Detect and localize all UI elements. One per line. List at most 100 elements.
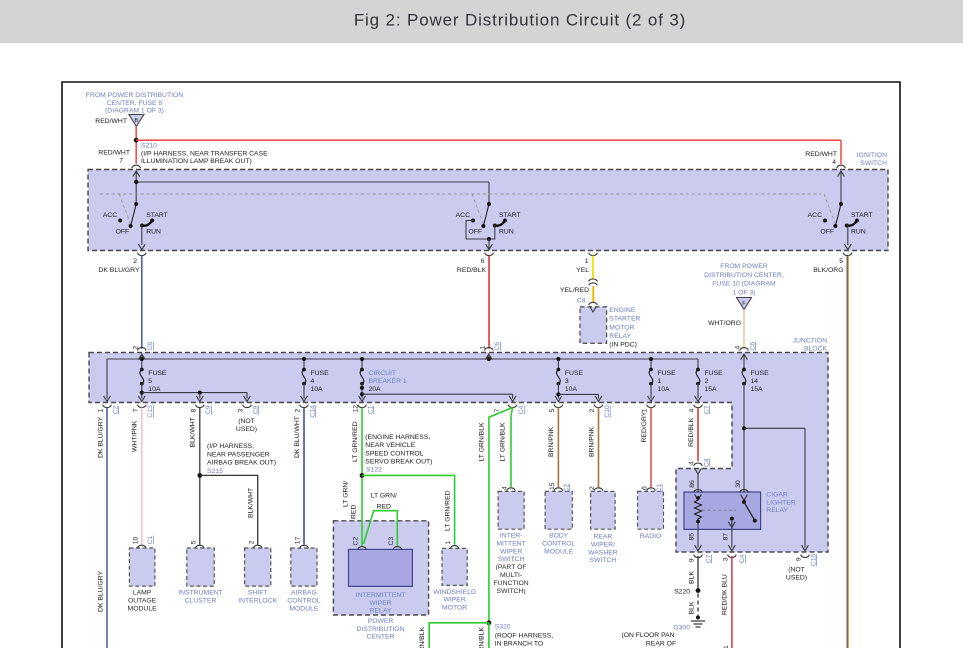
svg-text:LT GRN/RED: LT GRN/RED bbox=[444, 490, 451, 531]
svg-text:DK BLU/GRY: DK BLU/GRY bbox=[98, 416, 105, 458]
svg-text:10A: 10A bbox=[658, 386, 671, 393]
svg-text:IGNITION: IGNITION bbox=[857, 152, 887, 159]
svg-text:12: 12 bbox=[353, 405, 360, 413]
svg-text:S122: S122 bbox=[366, 467, 382, 474]
svg-text:BODY: BODY bbox=[549, 533, 569, 540]
svg-text:S220: S220 bbox=[674, 588, 690, 595]
svg-text:C8: C8 bbox=[577, 298, 586, 305]
svg-text:BRN/PNK: BRN/PNK bbox=[548, 426, 555, 457]
svg-text:START: START bbox=[499, 212, 521, 219]
svg-text:RUN: RUN bbox=[851, 229, 866, 236]
svg-text:4: 4 bbox=[689, 409, 696, 413]
svg-text:85: 85 bbox=[689, 533, 696, 541]
svg-text:SWITCH: SWITCH bbox=[498, 556, 525, 563]
svg-text:C6: C6 bbox=[147, 342, 154, 351]
svg-text:RED/WHT: RED/WHT bbox=[805, 151, 837, 158]
svg-text:RUN: RUN bbox=[146, 229, 161, 236]
svg-text:OFF: OFF bbox=[468, 229, 482, 236]
svg-text:CIGAR: CIGAR bbox=[766, 492, 788, 499]
svg-text:BLK: BLK bbox=[689, 571, 696, 584]
svg-text:INTERMITTENT: INTERMITTENT bbox=[356, 592, 406, 599]
svg-text:RELAY: RELAY bbox=[609, 333, 631, 340]
svg-text:AIRBAG BREAK OUT): AIRBAG BREAK OUT) bbox=[207, 460, 276, 467]
svg-text:87: 87 bbox=[723, 533, 730, 541]
svg-text:9: 9 bbox=[689, 558, 696, 562]
svg-text:(PART OF: (PART OF bbox=[496, 564, 527, 571]
svg-text:(ENGINE HARNESS,: (ENGINE HARNESS, bbox=[365, 434, 430, 441]
svg-text:3: 3 bbox=[565, 378, 569, 385]
svg-text:(IN PDC): (IN PDC) bbox=[609, 342, 637, 349]
svg-text:STARTER: STARTER bbox=[609, 316, 640, 323]
svg-text:RED: RED bbox=[377, 503, 391, 510]
svg-text:C3: C3 bbox=[388, 537, 395, 546]
svg-text:CONTROL: CONTROL bbox=[542, 540, 575, 547]
svg-text:FUSE: FUSE bbox=[705, 370, 724, 377]
svg-text:1: 1 bbox=[658, 378, 662, 385]
svg-text:5: 5 bbox=[549, 409, 556, 413]
svg-text:WINDSHIELD: WINDSHIELD bbox=[433, 589, 476, 596]
svg-text:RUN: RUN bbox=[499, 229, 514, 236]
svg-text:INTERLOCK: INTERLOCK bbox=[238, 597, 277, 604]
svg-text:C4: C4 bbox=[518, 405, 525, 414]
svg-text:RADIO: RADIO bbox=[640, 533, 662, 540]
svg-text:10A: 10A bbox=[565, 386, 578, 393]
svg-text:ILLUMINATION LAMP BREAK OUT): ILLUMINATION LAMP BREAK OUT) bbox=[141, 158, 252, 165]
svg-text:FUSE 10 (DIAGRAM: FUSE 10 (DIAGRAM bbox=[712, 281, 776, 288]
svg-text:RED/BLK: RED/BLK bbox=[688, 417, 695, 447]
svg-text:AIRBAG: AIRBAG bbox=[291, 590, 317, 597]
svg-text:7: 7 bbox=[132, 409, 139, 413]
svg-text:SWITCH: SWITCH bbox=[860, 160, 887, 167]
svg-text:C13: C13 bbox=[147, 405, 154, 418]
svg-text:1: 1 bbox=[479, 346, 486, 350]
svg-text:MODULE: MODULE bbox=[128, 605, 158, 612]
svg-text:C4: C4 bbox=[703, 458, 710, 467]
svg-text:G300: G300 bbox=[673, 625, 690, 632]
svg-text:YEL: YEL bbox=[576, 267, 589, 274]
svg-text:10: 10 bbox=[132, 537, 139, 545]
svg-text:LT GRN/: LT GRN/ bbox=[342, 481, 349, 507]
svg-text:INSTRUMENT: INSTRUMENT bbox=[178, 590, 223, 597]
svg-text:C10: C10 bbox=[810, 554, 817, 567]
svg-text:OUTAGE: OUTAGE bbox=[128, 597, 157, 604]
svg-text:WIPER/: WIPER/ bbox=[591, 541, 615, 548]
svg-text:CLUSTER: CLUSTER bbox=[185, 597, 217, 604]
svg-text:(I/P HARNESS, NEAR TRANSFER CA: (I/P HARNESS, NEAR TRANSFER CASE bbox=[141, 150, 268, 157]
svg-text:(ROOF HARNESS,: (ROOF HARNESS, bbox=[495, 633, 554, 640]
svg-text:S210: S210 bbox=[141, 143, 157, 150]
svg-text:C6: C6 bbox=[494, 342, 501, 351]
svg-text:5: 5 bbox=[190, 540, 197, 544]
svg-text:FUSE: FUSE bbox=[565, 370, 584, 377]
svg-text:1: 1 bbox=[98, 409, 105, 413]
svg-text:C1: C1 bbox=[147, 535, 154, 544]
svg-text:BREAKER 1: BREAKER 1 bbox=[369, 378, 407, 385]
svg-text:LT GRN/BLK: LT GRN/BLK bbox=[479, 422, 486, 461]
svg-text:DISTRIBUTION: DISTRIBUTION bbox=[357, 626, 405, 633]
svg-text:S320: S320 bbox=[495, 623, 511, 630]
svg-text:BLK/WHT: BLK/WHT bbox=[248, 488, 255, 518]
svg-text:USED): USED) bbox=[786, 574, 807, 581]
svg-text:LT GRN/: LT GRN/ bbox=[371, 493, 397, 500]
svg-text:DK BLU/GRY: DK BLU/GRY bbox=[98, 570, 105, 612]
svg-text:RELAY: RELAY bbox=[370, 608, 392, 615]
svg-text:C9: C9 bbox=[205, 405, 212, 414]
svg-text:RED/BLK: RED/BLK bbox=[457, 267, 487, 274]
svg-text:2: 2 bbox=[248, 540, 255, 544]
svg-text:C10: C10 bbox=[604, 405, 611, 418]
svg-text:14: 14 bbox=[751, 378, 759, 385]
svg-text:C2: C2 bbox=[563, 484, 570, 493]
svg-text:ACC: ACC bbox=[808, 212, 822, 219]
svg-text:(DIAGRAM 1 OF 3): (DIAGRAM 1 OF 3) bbox=[105, 108, 164, 115]
svg-text:C6: C6 bbox=[749, 342, 756, 351]
svg-text:LAMP: LAMP bbox=[133, 590, 152, 597]
svg-text:3: 3 bbox=[723, 557, 730, 561]
svg-text:5: 5 bbox=[839, 258, 843, 265]
svg-text:10A: 10A bbox=[148, 386, 161, 393]
svg-text:17: 17 bbox=[295, 537, 302, 545]
svg-text:C4: C4 bbox=[739, 554, 746, 563]
svg-text:RED/WHT: RED/WHT bbox=[95, 118, 127, 125]
svg-text:8: 8 bbox=[190, 409, 197, 413]
svg-text:WIPER: WIPER bbox=[500, 548, 522, 555]
svg-text:RED/WHT: RED/WHT bbox=[98, 150, 130, 157]
svg-text:4: 4 bbox=[735, 346, 742, 350]
svg-text:ACC: ACC bbox=[456, 212, 470, 219]
